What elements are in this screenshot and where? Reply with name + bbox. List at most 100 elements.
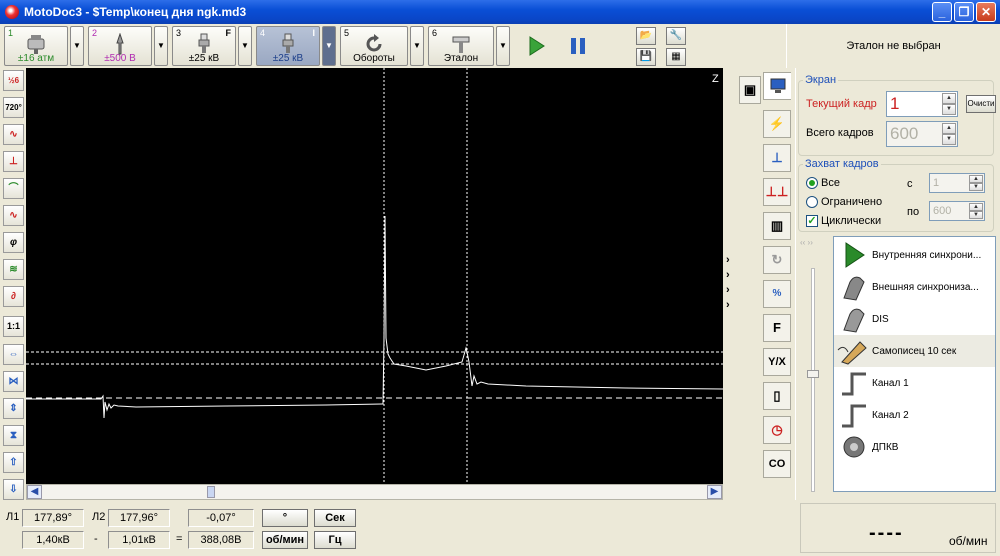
play-button[interactable] <box>524 34 548 58</box>
vertical-expand-button[interactable]: ⇕ <box>3 398 24 419</box>
current-frame-spinner[interactable]: 1 ▲ ▼ <box>886 91 958 117</box>
oscilloscope-display[interactable]: Z <box>26 68 723 484</box>
rotation-icon <box>366 34 382 52</box>
list-item[interactable]: Канал 2 <box>834 399 995 431</box>
sync-list-nav[interactable]: ‹‹ ›› <box>800 238 830 254</box>
wave-compare-tool-button[interactable]: ∿ <box>3 124 24 145</box>
channel-5-button[interactable]: 5 Обороты <box>340 26 408 66</box>
channel-4-dropdown[interactable]: ▼ <box>322 26 336 66</box>
vertical-compress-button[interactable]: ⧗ <box>3 425 24 446</box>
title-bar: MotoDoc3 - $Temp\конец дня ngk.md3 _ ❐ ✕ <box>0 0 1000 24</box>
scroll-thumb[interactable] <box>207 486 215 498</box>
scroll-down-button[interactable]: ⇩ <box>3 479 24 500</box>
tab-rotation[interactable]: ↻ <box>763 246 791 274</box>
rpm-button[interactable]: об/мин <box>262 531 308 549</box>
degrees-button[interactable]: ° <box>262 509 308 527</box>
from-value: 1 <box>933 177 940 189</box>
play-triangle-icon <box>845 242 865 268</box>
channel-toolbar: 1 ±16 атм ▼ 2 ±500 В ▼ 3 F ±25 кВ ▼ 4 I … <box>0 24 786 68</box>
channel-1-button[interactable]: 1 ±16 атм <box>4 26 68 66</box>
open-file-button[interactable]: 📂 <box>636 27 656 45</box>
phase-tool-button[interactable]: φ <box>3 232 24 253</box>
scope-corner-label: Z <box>712 73 719 85</box>
pressure-sensor-icon <box>27 35 45 54</box>
clear-button[interactable]: Очисти <box>966 95 996 113</box>
close-button[interactable]: ✕ <box>976 2 996 22</box>
horizontal-compress-button[interactable]: ⋈ <box>3 371 24 392</box>
channel-4-button[interactable]: 4 I ±25 кВ <box>256 26 320 66</box>
chevron-right-icon: › <box>726 284 730 296</box>
tab-co[interactable]: CO <box>763 450 791 478</box>
list-item[interactable]: Канал 1 <box>834 367 995 399</box>
app-icon <box>5 5 19 19</box>
tab-yx[interactable]: Y/X <box>763 348 791 376</box>
scale-1-1-button[interactable]: 1:1 <box>3 316 24 337</box>
list-item[interactable]: Внутренняя синхрони... <box>834 239 995 271</box>
channel-1-dropdown[interactable]: ▼ <box>70 26 84 66</box>
channel-3-dropdown[interactable]: ▼ <box>238 26 252 66</box>
tab-battery[interactable]: ▯ <box>763 382 791 410</box>
channel-3-button[interactable]: 3 F ±25 кВ <box>172 26 236 66</box>
tab-double-pulse[interactable]: ⊥⊥ <box>763 178 791 206</box>
angle-720-tool-button[interactable]: 720° <box>3 97 24 118</box>
spinner-arrows: ▲ ▼ <box>969 203 983 219</box>
radio-limited[interactable] <box>806 196 818 208</box>
pause-button[interactable] <box>566 34 590 58</box>
zoom-frame-tool-button[interactable]: ½6 <box>3 70 24 91</box>
hz-button[interactable]: Гц <box>314 531 356 549</box>
tab-clock[interactable]: ◷ <box>763 416 791 444</box>
tab-spark[interactable]: ⚡ <box>763 110 791 138</box>
channel-flag: F <box>225 28 232 38</box>
channel-range: ±16 атм <box>17 53 55 64</box>
spinner-arrows: ▲ ▼ <box>942 123 956 145</box>
channel-2-button[interactable]: 2 ±500 В <box>88 26 152 66</box>
tab-frames[interactable]: ▣ <box>739 76 761 104</box>
seconds-button[interactable]: Сек <box>314 509 356 527</box>
channel-5-dropdown[interactable]: ▼ <box>410 26 424 66</box>
tab-pulse[interactable]: ⊥ <box>763 144 791 172</box>
screen-settings-panel: Экран Текущий кадр 1 ▲ ▼ Очисти Всего кад… <box>795 68 1000 500</box>
scroll-up-button[interactable]: ⇧ <box>3 452 24 473</box>
channel-6-dropdown[interactable]: ▼ <box>496 26 510 66</box>
tab-memory[interactable]: ▥ <box>763 212 791 240</box>
scroll-left-arrow[interactable]: ◀ <box>27 485 42 499</box>
cursor-tool-button[interactable]: ⊥ <box>3 151 24 172</box>
list-item-label: Внешняя синхрониза... <box>872 281 979 293</box>
list-item-label: DIS <box>872 313 889 325</box>
save-file-button[interactable]: 💾 <box>636 48 656 66</box>
monitor-icon <box>770 78 785 93</box>
rpm-value: ---- <box>869 522 904 544</box>
report-button[interactable]: ▦ <box>666 48 686 66</box>
settings-button[interactable]: 🔧 <box>666 27 686 45</box>
tab-percent[interactable]: % <box>763 280 791 308</box>
tab-screen[interactable] <box>763 72 791 100</box>
scroll-right-arrow[interactable]: ▶ <box>707 485 722 499</box>
tab-f[interactable]: F <box>763 314 791 342</box>
sync-slider-thumb[interactable] <box>807 370 819 378</box>
overlay-wave-tool-button[interactable]: ≋ <box>3 259 24 280</box>
delta-voltage-value: 388,08В <box>188 531 254 549</box>
panel-splitter[interactable]: › › › › <box>723 68 737 500</box>
cyclic-checkbox[interactable]: ✓ <box>806 215 818 227</box>
horizontal-expand-button[interactable]: ⇔ <box>3 344 24 365</box>
reference-icon <box>452 36 470 53</box>
list-item[interactable]: DIS <box>834 303 995 335</box>
channel-2-dropdown[interactable]: ▼ <box>154 26 168 66</box>
radio-all[interactable] <box>806 177 818 189</box>
channel-range: Обороты <box>353 53 395 64</box>
spinner-arrows[interactable]: ▲ ▼ <box>942 93 956 115</box>
channel-number: 1 <box>8 28 14 38</box>
trigger-tool-button[interactable]: ⌒ <box>3 178 24 199</box>
horizontal-scrollbar[interactable]: ◀ ▶ <box>26 484 723 500</box>
list-item[interactable]: Самописец 10 сек <box>834 335 995 367</box>
sync-slider-track[interactable] <box>811 268 815 492</box>
minimize-button[interactable]: _ <box>932 2 952 22</box>
sine-tool-button[interactable]: ∿ <box>3 205 24 226</box>
maximize-button[interactable]: ❐ <box>954 2 974 22</box>
channel-6-button[interactable]: 6 Эталон <box>428 26 494 66</box>
list-item[interactable]: ДПКВ <box>834 431 995 463</box>
sync-mode-list: Внутренняя синхрони... Внешняя синхрониз… <box>833 236 996 492</box>
list-item[interactable]: Внешняя синхрониза... <box>834 271 995 303</box>
from-label: с <box>907 178 913 190</box>
oval-tool-button[interactable]: ∂ <box>3 286 24 307</box>
